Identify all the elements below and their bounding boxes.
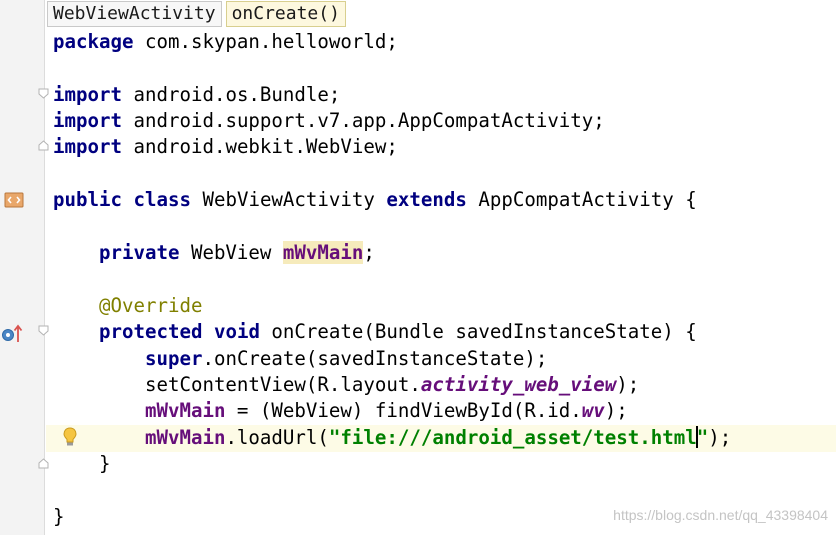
breadcrumb-method[interactable]: onCreate() xyxy=(225,1,346,27)
keyword: import xyxy=(53,135,122,158)
method-call: .loadUrl( xyxy=(225,426,329,449)
field-type: WebView xyxy=(179,241,283,264)
punctuation: ); xyxy=(604,399,628,422)
code-line[interactable]: setContentView(R.layout.activity_web_vie… xyxy=(53,372,639,398)
keyword: private xyxy=(98,241,180,264)
method-signature: onCreate(Bundle savedInstanceState) { xyxy=(259,320,697,343)
code-line[interactable]: import android.webkit.WebView; xyxy=(53,134,398,160)
override-method-icon[interactable] xyxy=(1,322,23,344)
code-line[interactable]: import android.support.v7.app.AppCompatA… xyxy=(53,108,605,134)
keyword: super xyxy=(144,347,203,370)
string-literal: " xyxy=(696,426,709,449)
punctuation: ); xyxy=(708,426,732,449)
keyword: import xyxy=(53,109,122,132)
assignment: = (WebView) findViewById(R.id. xyxy=(225,399,582,422)
keyword: package xyxy=(53,30,134,53)
resource-id: activity_web_view xyxy=(420,373,617,396)
import-path: android.os.Bundle; xyxy=(121,83,341,106)
breadcrumb-class[interactable]: WebViewActivity xyxy=(47,1,222,27)
code-line[interactable]: } xyxy=(53,451,111,477)
import-path: android.support.v7.app.AppCompatActivity… xyxy=(121,109,605,132)
super-class: AppCompatActivity { xyxy=(466,188,697,211)
breadcrumb: WebViewActivity onCreate() xyxy=(45,0,836,28)
code-line[interactable]: mWvMain.loadUrl("file:///android_asset/t… xyxy=(53,425,731,451)
closing-brace: } xyxy=(53,505,65,528)
code-line[interactable]: private WebView mWvMain; xyxy=(53,240,375,266)
keyword: import xyxy=(53,83,122,106)
class-name: WebViewActivity xyxy=(190,188,387,211)
import-path: android.webkit.WebView; xyxy=(121,135,398,158)
code-line[interactable]: protected void onCreate(Bundle savedInst… xyxy=(53,319,697,345)
keyword: public xyxy=(53,188,122,211)
code-editor[interactable]: WebViewActivity onCreate() package com.s… xyxy=(0,0,836,535)
keyword: protected xyxy=(98,320,203,343)
field-name: mWvMain xyxy=(144,399,226,422)
resource-id: wv xyxy=(581,399,605,422)
code-line[interactable]: package com.skypan.helloworld; xyxy=(53,29,398,55)
keyword: extends xyxy=(386,188,467,211)
keyword: class xyxy=(133,188,191,211)
punctuation: ); xyxy=(616,373,640,396)
code-line[interactable]: super.onCreate(savedInstanceState); xyxy=(53,346,547,372)
annotation: @Override xyxy=(98,294,203,317)
watermark: https://blog.csdn.net/qq_43398404 xyxy=(613,507,828,523)
java-class-icon[interactable] xyxy=(4,190,24,210)
editor-gutter[interactable] xyxy=(0,0,45,535)
code-line[interactable]: mWvMain = (WebView) findViewById(R.id.wv… xyxy=(53,398,628,424)
field-name: mWvMain xyxy=(144,426,226,449)
closing-brace: } xyxy=(53,452,111,475)
keyword: void xyxy=(213,320,260,343)
method-call: .onCreate(savedInstanceState); xyxy=(202,347,548,370)
method-call: setContentView(R.layout. xyxy=(144,373,421,396)
fold-marker-icon[interactable] xyxy=(38,325,49,336)
code-line[interactable]: } xyxy=(53,504,65,530)
punctuation: ; xyxy=(363,241,375,264)
fold-marker-icon[interactable] xyxy=(38,458,49,469)
fold-marker-icon[interactable] xyxy=(38,88,49,99)
code-line[interactable]: public class WebViewActivity extends App… xyxy=(53,187,697,213)
fold-marker-icon[interactable] xyxy=(38,140,49,151)
field-name: mWvMain xyxy=(282,241,364,264)
package-name: com.skypan.helloworld; xyxy=(133,30,398,53)
code-line[interactable]: @Override xyxy=(53,293,202,319)
code-line[interactable]: import android.os.Bundle; xyxy=(53,82,340,108)
string-literal: "file:///android_asset/test.html xyxy=(328,426,697,449)
